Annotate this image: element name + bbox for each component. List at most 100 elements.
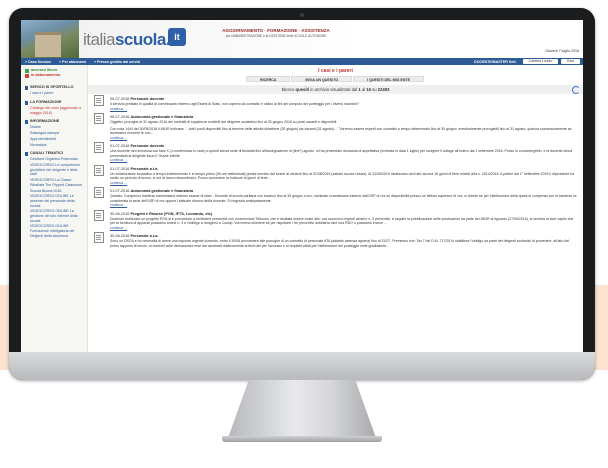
entry-date: 30-06-2016 — [110, 211, 130, 216]
sidebar-section-info: INFORMAZIONE Notizie Rassegna stampa App… — [21, 119, 87, 147]
list-item: 01-07-2016 Autonomia gestionale e finanz… — [94, 187, 577, 208]
monitor-stand-base — [222, 436, 382, 442]
entry-text: Sono un DSGA e ho necessità di avere una… — [110, 239, 570, 248]
bookmark-icon — [25, 152, 28, 157]
entry-text: Oggetto: proroghe al 31 agosto 2016 dei … — [110, 120, 338, 124]
apple-logo-icon — [296, 359, 308, 373]
sidebar-item-news[interactable]: Notizie — [25, 125, 83, 130]
entry-category: Personale a.t.a. — [130, 166, 159, 171]
list-item: 01-07-2016 Personale docente Una docente… — [94, 142, 577, 163]
entry-date: 30-06-2016 — [110, 234, 130, 238]
continue-link[interactable]: continua ... — [110, 203, 577, 208]
bookmark-icon — [25, 100, 28, 105]
subscription-label: in abbonamento — [31, 73, 61, 77]
sidebar-item-channel[interactable]: VIDEOCORSO ONLINE La gestione del sito i… — [25, 209, 83, 223]
document-icon — [94, 95, 104, 106]
camera-icon — [300, 13, 304, 17]
results-mid: in archivio visualizzati dal — [310, 87, 358, 92]
document-icon — [94, 142, 104, 153]
nav-home[interactable]: » Casa Sezione — [25, 60, 51, 64]
red-square-icon — [25, 73, 29, 78]
sidebar: accesso libero in abbonamento SERVIZI IS… — [21, 65, 88, 352]
subscription-link[interactable]: in abbonamento — [25, 73, 83, 78]
sidebar-section-title: SERVIZI IS SPORTELLO — [30, 85, 74, 89]
nav-services[interactable]: » Presso gestito dai servizi — [94, 60, 140, 64]
main-content: I casi e i pareri RICERCA INVIA UN QUESI… — [88, 65, 583, 352]
logo-mark-icon: it — [168, 28, 186, 46]
nav-subscribe[interactable]: » Per abbonarsi — [59, 60, 86, 64]
results-from: 1 — [358, 87, 361, 92]
continue-link[interactable]: continua ... — [110, 181, 577, 186]
logout-button[interactable]: Esci — [561, 59, 580, 64]
sidebar-section-channels: CANALI TEMATICI Gestione Organico Potenz… — [21, 151, 87, 238]
results-total: 22493 — [377, 87, 390, 92]
list-item: 01-07-2016 Personale a.t.a. Un collabora… — [94, 164, 577, 186]
sidebar-item-channel[interactable]: VIDEOCORSO ONLINE Formazione obbligatori… — [25, 224, 83, 238]
header-tagline: AGGIORNAMENTO · FORMAZIONE · ASSISTENZA … — [221, 28, 331, 38]
tab-send-question[interactable]: INVIA UN QUESITO — [291, 76, 353, 82]
logo-light: italia — [83, 30, 115, 49]
entry-category: Autonomia gestionale e finanziaria — [130, 189, 194, 193]
refresh-icon[interactable] — [572, 86, 580, 94]
tab-search[interactable]: RICERCA — [246, 76, 291, 82]
nav-user: DOCENTE/MASTER Sett. — [474, 59, 517, 64]
list-item: 30-06-2016 Personale a.t.a. Sono un DSGA… — [94, 232, 577, 248]
document-icon — [94, 232, 104, 243]
entry-category: Autonomia gestionale e finanziaria — [130, 115, 194, 119]
sidebar-section-training: LA FORMAZIONE Catalogo dei corsi (aggior… — [21, 100, 87, 115]
list-item: 05-07-2016 Personale docente Il servizio… — [94, 95, 577, 112]
entry-date: 01-07-2016 — [110, 144, 130, 148]
entry-text: Un collaboratore scolastico a tempo inde… — [110, 171, 575, 181]
results-to: 15 — [366, 87, 372, 92]
continue-link[interactable]: continua ... — [110, 107, 577, 112]
browser-screen: italiascuola.it it AGGIORNAMENTO · FORMA… — [21, 20, 583, 352]
sidebar-item-catalog[interactable]: Catalogo dei corsi (aggiornato a maggio … — [25, 106, 83, 115]
continue-link[interactable]: continua ... — [110, 226, 577, 231]
sidebar-item-laws[interactable]: Normativa — [25, 143, 83, 148]
sidebar-item-channel[interactable]: VIDEOCORSO Le competenze giuridiche del … — [25, 163, 83, 177]
sidebar-item-channel[interactable]: Scuola Buona 2016 — [25, 189, 83, 194]
document-icon — [94, 164, 104, 176]
document-icon — [94, 209, 104, 221]
results-pre: Elenco — [281, 87, 295, 92]
header-date: Giovedì 7 luglio 2016 — [545, 49, 579, 53]
top-nav: » Casa Sezione » Per abbonarsi » Presso … — [21, 58, 583, 65]
entry-date: 05-07-2016 — [110, 97, 130, 101]
site-header: italiascuola.it it AGGIORNAMENTO · FORMA… — [21, 20, 583, 58]
bookmark-icon — [25, 120, 28, 125]
tab-my-questions[interactable]: I QUESITI DEL MIO ENTE — [353, 76, 424, 82]
sidebar-section-title: CANALI TEMATICI — [30, 151, 64, 156]
monitor-chin — [9, 352, 595, 380]
results-bold: quesiti — [295, 87, 310, 92]
header-photo — [21, 20, 79, 58]
continue-link[interactable]: continua ... — [110, 136, 577, 141]
list-item: 05-07-2016 Autonomia gestionale e finanz… — [94, 113, 577, 141]
page-title: I casi e i pareri — [318, 68, 353, 74]
sidebar-item-channel[interactable]: VIDEOCORSO ONLINE Le assenze del persona… — [25, 194, 83, 208]
continue-link[interactable]: continua ... — [110, 158, 577, 163]
monitor-stand — [228, 380, 376, 438]
document-icon — [94, 113, 104, 124]
entry-category: Progetti e Risorse (PON, IFTS, Leonardo,… — [130, 211, 213, 216]
header-subtitle: per l'AMMINISTRAZIONE e la GESTIONE dell… — [225, 33, 327, 38]
entry-text: Una docente neo immessa con fase C (o co… — [110, 149, 573, 158]
change-level-button[interactable]: Cambia Livello — [522, 59, 559, 64]
entry-text: Dovendo realizzare un progetto PON si è … — [110, 216, 574, 226]
site-logo[interactable]: italiascuola.it — [83, 30, 180, 50]
sidebar-section-title: INFORMAZIONE — [30, 119, 60, 124]
green-square-icon — [25, 68, 29, 73]
sidebar-item-channel[interactable]: Gestione Organico Potenziato — [25, 157, 83, 162]
entry-date: 01-07-2016 — [110, 189, 130, 193]
sidebar-item-casi-pareri[interactable]: I casi e i pareri — [25, 91, 83, 96]
sidebar-item-press[interactable]: Rassegna stampa — [25, 131, 83, 136]
list-item: 30-06-2016 Progetti e Risorse (PON, IFTS… — [94, 209, 577, 231]
results-summary: Elenco quesiti in archivio visualizzati … — [88, 85, 583, 94]
sidebar-item-channel[interactable]: VIDEOCORSO La Classe Ribaltata The Flipp… — [25, 178, 83, 187]
document-icon — [94, 187, 104, 198]
sidebar-section-title: LA FORMAZIONE — [30, 99, 62, 104]
tab-bar: RICERCA INVIA UN QUESITO I QUESITI DEL M… — [88, 76, 583, 82]
entry-category: Personale docente — [130, 144, 165, 148]
sidebar-section-services: SERVIZI IS SPORTELLO I casi e i pareri — [21, 85, 87, 96]
entry-list: 05-07-2016 Personale docente Il servizio… — [88, 94, 583, 248]
sidebar-item-insights[interactable]: Approfondimenti — [25, 137, 83, 142]
